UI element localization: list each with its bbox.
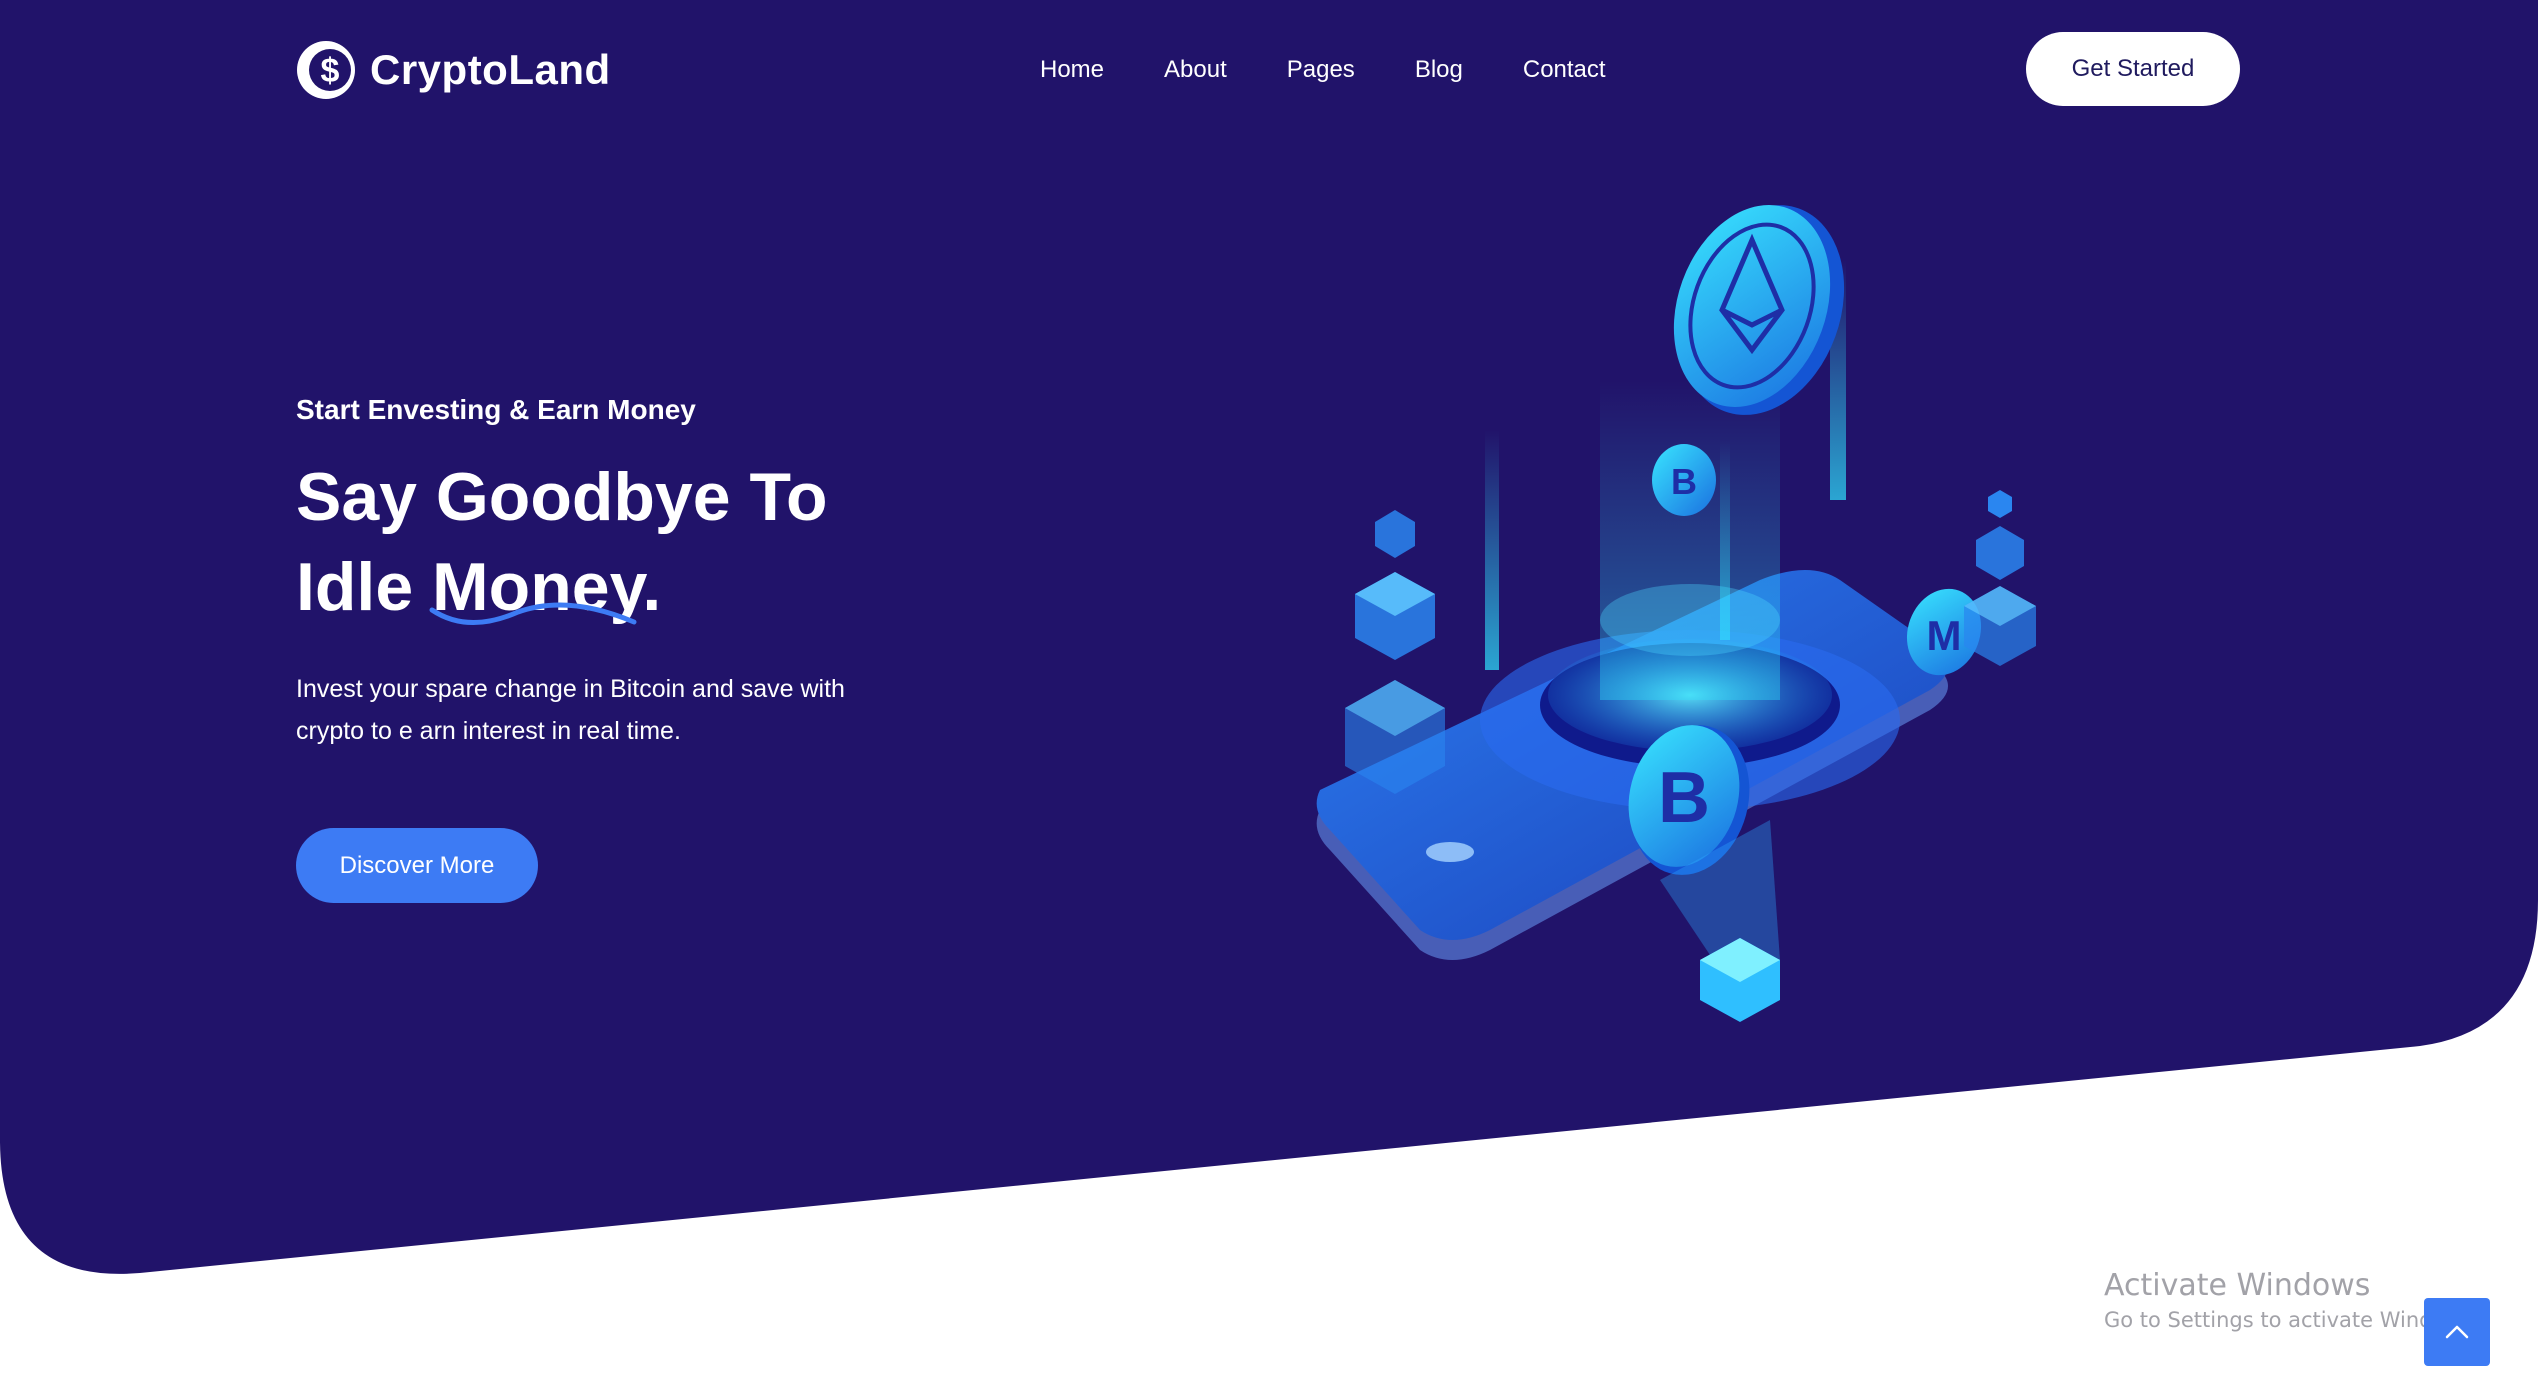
nav-contact[interactable]: Contact xyxy=(1523,56,1606,84)
dollar-coin-icon: $ xyxy=(297,41,355,99)
nav-about[interactable]: About xyxy=(1164,56,1227,84)
main-nav: Home About Pages Blog Contact xyxy=(1040,48,1606,92)
svg-text:M: M xyxy=(1927,612,1962,659)
scroll-to-top-button[interactable] xyxy=(2424,1298,2490,1366)
svg-text:B: B xyxy=(1658,758,1710,838)
hero-eyebrow: Start Envesting & Earn Money xyxy=(296,394,696,425)
nav-pages[interactable]: Pages xyxy=(1287,56,1355,84)
small-bitcoin-coin-icon: B xyxy=(1652,444,1716,516)
svg-text:$: $ xyxy=(321,52,340,90)
headline-line-1: Say Goodbye To xyxy=(296,459,828,535)
headline-underline-decoration xyxy=(429,602,637,625)
chevron-up-icon xyxy=(2445,1325,2469,1339)
nav-home[interactable]: Home xyxy=(1040,56,1104,84)
floating-cubes-right xyxy=(1964,490,2036,666)
discover-more-button[interactable]: Discover More xyxy=(296,828,538,903)
hero-description: Invest your spare change in Bitcoin and … xyxy=(296,675,845,745)
brand-name: CryptoLand xyxy=(370,46,611,93)
get-started-button[interactable]: Get Started xyxy=(2026,32,2240,106)
svg-text:B: B xyxy=(1671,461,1697,502)
brand-logo[interactable]: $ CryptoLand xyxy=(296,40,611,100)
nav-blog[interactable]: Blog xyxy=(1415,56,1463,84)
crypto-phone-illustration: B B M xyxy=(1316,205,2036,1022)
floating-cubes-left xyxy=(1345,510,1445,794)
